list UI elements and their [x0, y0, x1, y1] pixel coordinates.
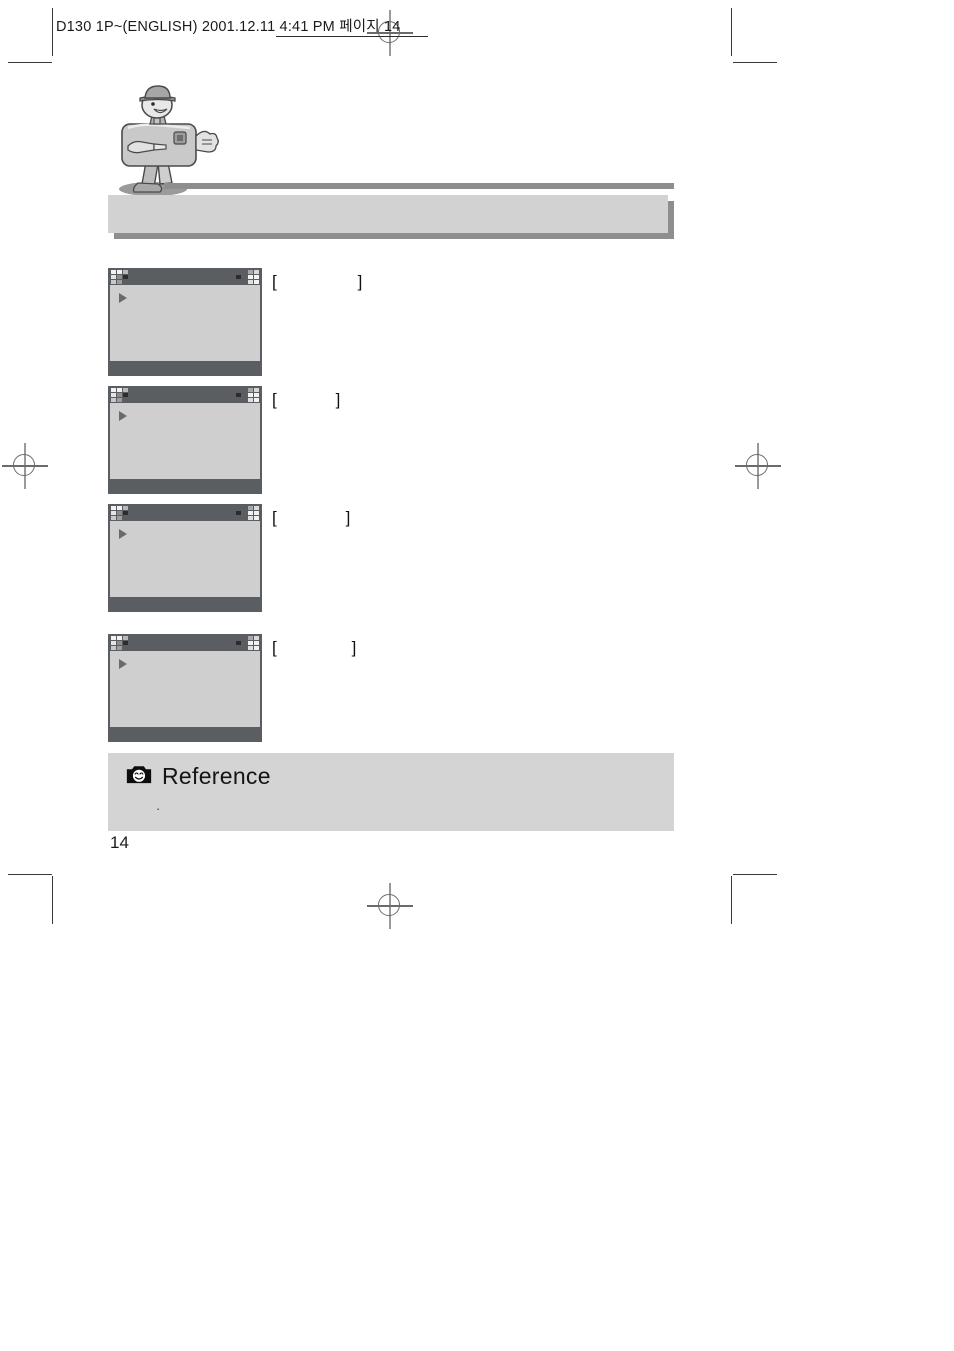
- caption-open-bracket: [: [272, 390, 277, 409]
- play-cursor-icon: [119, 529, 127, 539]
- manual-page: D130 1P~(ENGLISH) 2001.12.11 4:41 PM 페이지…: [0, 0, 954, 1351]
- lcd-info-bar: [108, 597, 262, 612]
- lcd-mode-icon: [111, 270, 134, 284]
- lcd-info-bar: [108, 361, 262, 376]
- lcd-battery-icon: [236, 388, 259, 402]
- lcd-status-bar: [108, 504, 262, 521]
- lcd-battery-icon: [236, 636, 259, 650]
- crop-mark-bottom-left-horizontal: [8, 874, 52, 875]
- caption-close-bracket: ]: [345, 508, 351, 527]
- crop-mark-bottom-left-vertical: [52, 876, 53, 924]
- section-bar-top-rule: [164, 183, 674, 189]
- caption-open-bracket: [: [272, 508, 277, 527]
- smiley-camera-icon: [126, 764, 152, 790]
- lcd-status-bar: [108, 386, 262, 403]
- crop-mark-bottom-right-vertical: [731, 876, 732, 924]
- registration-circle: [378, 894, 400, 916]
- section-title-bar: [108, 183, 674, 239]
- reference-title-text: Reference: [162, 763, 271, 789]
- play-cursor-icon: [119, 293, 127, 303]
- print-header-underline: [276, 36, 428, 37]
- caption-close-bracket: ]: [335, 390, 341, 409]
- caption-1: [ ]: [272, 272, 362, 292]
- caption-close-bracket: ]: [351, 638, 357, 657]
- print-header-filename: D130 1P~(ENGLISH) 2001.12.11 4:41 PM 페이지…: [56, 18, 401, 35]
- crop-mark-top-left-horizontal: [8, 62, 52, 63]
- section-bar-face: [108, 195, 668, 233]
- lcd-screenshot-3: [108, 504, 262, 612]
- registration-circle: [746, 454, 768, 476]
- lcd-info-bar: [108, 479, 262, 494]
- lcd-screenshot-2: [108, 386, 262, 494]
- crop-mark-bottom-right-horizontal: [733, 874, 777, 875]
- crop-mark-top-left-vertical: [52, 8, 53, 56]
- lcd-mode-icon: [111, 506, 134, 520]
- registration-mark-bottom: [367, 883, 413, 929]
- crop-mark-top-right-horizontal: [733, 62, 777, 63]
- lcd-preview-area: [110, 403, 260, 479]
- registration-circle: [13, 454, 35, 476]
- lcd-preview-area: [110, 651, 260, 727]
- lcd-status-bar: [108, 634, 262, 651]
- reference-body-text: ·: [156, 801, 161, 816]
- page-number: 14: [110, 833, 129, 852]
- print-header-strip: D130 1P~(ENGLISH) 2001.12.11 4:41 PM 페이지…: [56, 12, 401, 38]
- registration-mark-left: [2, 443, 48, 489]
- lcd-mode-icon: [111, 636, 134, 650]
- caption-open-bracket: [: [272, 638, 277, 657]
- lcd-battery-icon: [236, 506, 259, 520]
- registration-mark-right: [735, 443, 781, 489]
- caption-3: [ ]: [272, 508, 350, 528]
- lcd-mode-icon: [111, 388, 134, 402]
- caption-2: [ ]: [272, 390, 340, 410]
- reference-panel: Reference ·: [108, 753, 674, 831]
- caption-4: [ ]: [272, 638, 356, 658]
- play-cursor-icon: [119, 659, 127, 669]
- caption-close-bracket: ]: [357, 272, 363, 291]
- play-cursor-icon: [119, 411, 127, 421]
- lcd-screenshot-4: [108, 634, 262, 742]
- lcd-screenshot-1: [108, 268, 262, 376]
- crop-mark-top-right-vertical: [731, 8, 732, 56]
- reference-heading: Reference: [126, 763, 271, 790]
- lcd-info-bar: [108, 727, 262, 742]
- lcd-battery-icon: [236, 270, 259, 284]
- lcd-preview-area: [110, 521, 260, 597]
- caption-open-bracket: [: [272, 272, 277, 291]
- lcd-preview-area: [110, 285, 260, 361]
- lcd-status-bar: [108, 268, 262, 285]
